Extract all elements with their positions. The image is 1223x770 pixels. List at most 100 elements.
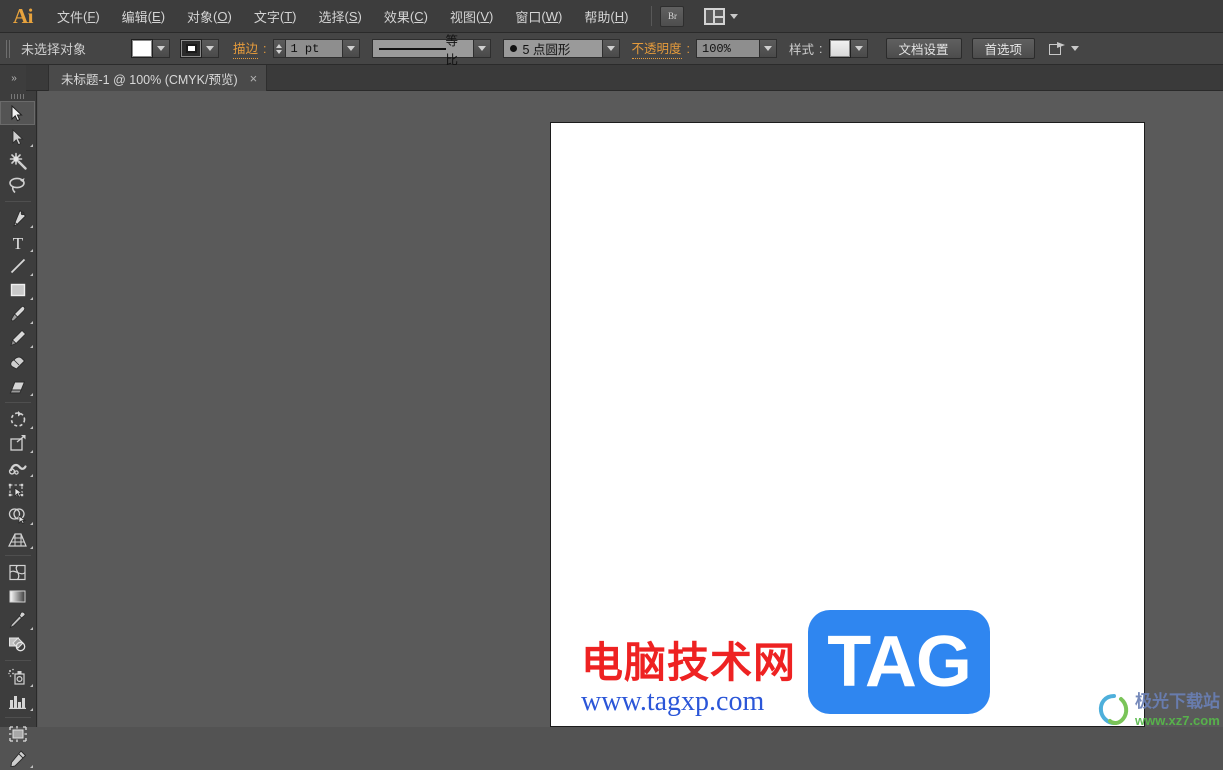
canvas-area[interactable]: 电脑技术网 www.tagxp.com TAG [38, 91, 1223, 727]
menu-window-accel: W [546, 9, 558, 24]
symbol-sprayer-tool[interactable] [0, 665, 35, 689]
menu-view-accel: V [480, 9, 489, 24]
document-tab-bar: » 未标题-1 @ 100% (CMYK/预览) × [0, 65, 1223, 91]
chevron-down-icon [478, 46, 486, 51]
opacity-dropdown-button[interactable] [760, 39, 777, 58]
graphic-style-swatch[interactable] [829, 39, 851, 58]
tool-flyout-indicator-icon [30, 225, 33, 228]
stroke-weight-control[interactable]: 1 pt [273, 39, 360, 58]
scale-tool[interactable] [0, 431, 35, 455]
tools-divider [5, 402, 31, 403]
menu-effect-label: 效果 [384, 7, 410, 26]
menu-view[interactable]: 视图(V) [439, 0, 504, 33]
brush-definition-combo[interactable]: 5 点圆形 [503, 39, 603, 58]
brush-definition-label: 5 点圆形 [523, 39, 571, 58]
expand-panels-button[interactable]: » [0, 65, 26, 91]
type-tool[interactable]: T [0, 230, 35, 254]
stroke-dropdown-button[interactable] [202, 39, 219, 58]
menu-file[interactable]: 文件(F) [46, 0, 111, 33]
magic-wand-tool[interactable] [0, 149, 35, 173]
shape-builder-tool[interactable] [0, 503, 35, 527]
stroke-weight-stepper[interactable] [273, 39, 285, 58]
pen-tool[interactable] [0, 206, 35, 230]
watermark-logo: 电脑技术网 www.tagxp.com TAG [581, 610, 990, 718]
artboard-tool[interactable] [0, 722, 35, 746]
brush-definition-dropdown-button[interactable] [603, 39, 620, 58]
graphic-style-control[interactable] [829, 39, 868, 58]
brush-dot-icon [510, 45, 517, 52]
menu-edit[interactable]: 编辑(E) [111, 0, 176, 33]
fill-dropdown-button[interactable] [153, 39, 170, 58]
lasso-tool[interactable] [0, 173, 35, 197]
svg-text:T: T [12, 234, 23, 251]
bridge-button[interactable]: Br [660, 6, 684, 27]
tool-flyout-indicator-icon [30, 273, 33, 276]
document-setup-button[interactable]: 文档设置 [886, 38, 962, 59]
style-colon: : [819, 42, 822, 56]
screen-mode-button[interactable] [1049, 42, 1079, 55]
menu-type[interactable]: 文字(T) [243, 0, 308, 33]
stroke-color-control[interactable] [180, 39, 219, 58]
menu-help[interactable]: 帮助(H) [573, 0, 639, 33]
close-icon[interactable]: × [250, 71, 258, 86]
stroke-weight-input[interactable]: 1 pt [285, 39, 343, 58]
paintbrush-tool[interactable] [0, 302, 35, 326]
menu-effect[interactable]: 效果(C) [373, 0, 439, 33]
eraser-tool[interactable] [0, 374, 35, 398]
artboard[interactable]: 电脑技术网 www.tagxp.com TAG [550, 122, 1145, 727]
menu-select[interactable]: 选择(S) [308, 0, 373, 33]
menu-object[interactable]: 对象(O) [176, 0, 243, 33]
direct-selection-tool[interactable] [0, 125, 35, 149]
tool-flyout-indicator-icon [30, 297, 33, 300]
tool-flyout-indicator-icon [30, 393, 33, 396]
width-tool[interactable] [0, 455, 35, 479]
watermark-url-text: www.tagxp.com [581, 687, 796, 718]
watermark-chinese-text: 电脑技术网 [581, 640, 796, 685]
stroke-profile-control[interactable]: 等比 [372, 39, 491, 58]
brush-definition-control[interactable]: 5 点圆形 [503, 39, 620, 58]
mesh-tool[interactable] [0, 560, 35, 584]
eyedropper-tool[interactable] [0, 608, 35, 632]
opacity-input[interactable]: 100% [696, 39, 760, 58]
stroke-profile-dropdown-button[interactable] [474, 39, 491, 58]
opacity-label[interactable]: 不透明度 [632, 38, 682, 59]
stroke-swatch[interactable] [180, 39, 202, 58]
column-graph-tool[interactable] [0, 689, 35, 713]
blend-tool[interactable] [0, 632, 35, 656]
opacity-colon: : [687, 42, 690, 56]
menu-window[interactable]: 窗口(W) [504, 0, 573, 33]
document-tab[interactable]: 未标题-1 @ 100% (CMYK/预览) × [48, 65, 267, 91]
line-segment-tool[interactable] [0, 254, 35, 278]
arrange-documents-icon [704, 8, 725, 25]
tools-divider [5, 201, 31, 202]
tools-panel: T [0, 91, 37, 727]
gradient-tool[interactable] [0, 584, 35, 608]
graphic-style-dropdown-button[interactable] [851, 39, 868, 58]
blob-brush-tool[interactable] [0, 350, 35, 374]
control-bar-grip[interactable] [6, 40, 11, 58]
free-transform-tool[interactable] [0, 479, 35, 503]
menu-divider [651, 6, 652, 26]
selection-tool[interactable] [0, 101, 35, 125]
menu-object-accel: O [217, 9, 227, 24]
stroke-label[interactable]: 描边 [233, 38, 258, 59]
chevron-down-icon [855, 46, 863, 51]
menu-type-accel: T [284, 9, 292, 24]
menu-edit-accel: E [152, 9, 161, 24]
opacity-control[interactable]: 100% [696, 39, 777, 58]
pencil-tool[interactable] [0, 326, 35, 350]
stroke-weight-dropdown-button[interactable] [343, 39, 360, 58]
tools-divider [5, 717, 31, 718]
menu-select-label: 选择 [319, 7, 345, 26]
fill-swatch[interactable] [131, 39, 153, 58]
rectangle-tool[interactable] [0, 278, 35, 302]
site-watermark: 极光下载站 www.xz7.com [1097, 693, 1220, 727]
stroke-profile-combo[interactable]: 等比 [372, 39, 474, 58]
rotate-tool[interactable] [0, 407, 35, 431]
tools-panel-grip[interactable] [0, 91, 36, 101]
fill-control[interactable] [131, 39, 170, 58]
arrange-documents-button[interactable] [704, 8, 738, 25]
perspective-grid-tool[interactable] [0, 527, 35, 551]
preferences-button[interactable]: 首选项 [972, 38, 1036, 59]
slice-tool[interactable] [0, 746, 35, 770]
